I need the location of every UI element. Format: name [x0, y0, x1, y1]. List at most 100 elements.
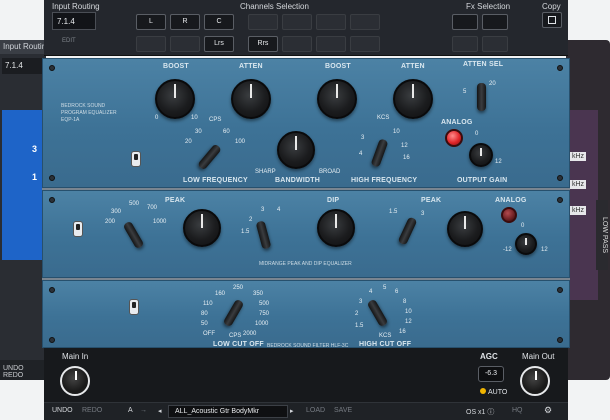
previous-preset-icon[interactable]: ◂ [158, 407, 162, 415]
channel-button-rrs[interactable]: Rrs [248, 36, 278, 52]
mid-analog-lamp[interactable] [501, 207, 517, 223]
screw-icon [557, 287, 563, 293]
undo-button[interactable]: UNDO [52, 407, 73, 414]
scale-tick: 50 [201, 321, 208, 327]
peak-right-frequency-lever[interactable] [397, 216, 418, 246]
low-atten-knob[interactable] [231, 79, 271, 119]
auto-toggle[interactable]: AUTO [480, 388, 507, 396]
low-frequency-lever[interactable] [197, 143, 222, 171]
low-pass-label: LOW PASS [596, 200, 608, 270]
high-frequency-lever[interactable] [370, 138, 389, 168]
scale-tick: 500 [129, 201, 140, 207]
scale-tick: 350 [253, 291, 264, 297]
brand-text: BEDROCK SOUND PROGRAM EQUALIZER EQP-1A [61, 103, 117, 124]
ab-button[interactable]: A [128, 407, 133, 414]
channel-button-lrs[interactable]: Lrs [204, 36, 234, 52]
bandwidth-knob[interactable] [277, 131, 315, 169]
scale-tick: OFF [203, 331, 215, 337]
atten-low-label: ATTEN [239, 63, 263, 70]
low-cut-off-lever[interactable] [222, 298, 245, 328]
channel-button[interactable] [170, 36, 200, 52]
mid-output-gain-knob[interactable] [515, 233, 537, 255]
arrow-right-icon[interactable]: → [140, 407, 147, 414]
settings-gear-icon[interactable]: ⚙ [544, 405, 552, 416]
channel-button-r[interactable]: R [170, 14, 200, 30]
fx-button[interactable] [452, 14, 478, 30]
scale-tick: 3 [261, 207, 265, 213]
next-preset-icon[interactable]: ▸ [290, 407, 294, 415]
high-atten-knob[interactable] [393, 79, 433, 119]
copy-button[interactable] [542, 12, 562, 28]
atten-sel-lever[interactable] [477, 83, 486, 111]
scale-tick: 10 [405, 309, 412, 315]
channel-button[interactable] [282, 14, 312, 30]
scale-tick: 16 [399, 329, 406, 335]
channel-button[interactable] [248, 14, 278, 30]
power-switch[interactable] [131, 151, 141, 167]
mid-analog-label: ANALOG [495, 197, 527, 204]
oversampling-select[interactable]: OS x1 ⓘ [466, 407, 494, 417]
output-gain-label: OUTPUT GAIN [457, 177, 508, 184]
fx-button[interactable] [452, 36, 478, 52]
scale-tick: 4 [369, 289, 373, 295]
channel-button[interactable] [316, 14, 346, 30]
channel-button[interactable] [350, 36, 380, 52]
main-in-knob[interactable] [60, 366, 90, 396]
kcs-label: KCS [379, 333, 392, 339]
os-label: OS x1 [466, 409, 486, 416]
low-boost-knob[interactable] [155, 79, 195, 119]
bg-left-number: 1 [32, 172, 38, 182]
scale-tick: 750 [259, 311, 270, 317]
auto-radio-icon [480, 388, 486, 394]
peak-left-label: PEAK [165, 197, 186, 204]
cps-label: CPS [229, 333, 242, 339]
scale-tick: 6 [395, 289, 399, 295]
high-cut-off-label: HIGH CUT OFF [359, 341, 412, 348]
screw-icon [49, 287, 55, 293]
scale-tick: 160 [215, 291, 226, 297]
info-icon: ⓘ [487, 409, 495, 416]
bg-right-purple-panel [568, 110, 598, 300]
scale-tick: 0 [521, 223, 525, 229]
fx-button[interactable] [482, 14, 508, 30]
analog-lamp[interactable] [445, 129, 463, 147]
scale-tick: 5 [463, 89, 467, 95]
dip-frequency-lever[interactable] [255, 220, 272, 250]
high-boost-knob[interactable] [317, 79, 357, 119]
peak-left-frequency-lever[interactable] [122, 220, 145, 250]
fx-button[interactable] [482, 36, 508, 52]
peak-left-gain-knob[interactable] [183, 209, 221, 247]
save-button[interactable]: SAVE [334, 407, 352, 414]
peak-right-gain-knob[interactable] [447, 211, 483, 247]
scale-tick: -12 [503, 247, 512, 253]
channel-button[interactable] [316, 36, 346, 52]
copy-title: Copy [542, 2, 561, 11]
scale-tick: 12 [495, 159, 502, 165]
scale-tick: 200 [105, 219, 116, 225]
main-out-knob[interactable] [520, 366, 550, 396]
scale-tick: 2000 [243, 331, 257, 337]
brand-line: PROGRAM EQUALIZER [61, 110, 117, 116]
filter-power-switch[interactable] [129, 299, 139, 315]
agc-value-display[interactable]: -6.3 [478, 366, 504, 382]
scale-tick: 20 [185, 139, 192, 145]
channel-button[interactable] [282, 36, 312, 52]
preset-selector[interactable]: ALL_Acoustic Gtr BodyMkr [168, 405, 288, 418]
hq-toggle[interactable]: HQ [512, 407, 523, 414]
scale-tick: 5 [383, 285, 387, 291]
routing-edit-label[interactable]: EDIT [62, 38, 76, 44]
load-button[interactable]: LOAD [306, 407, 325, 414]
output-gain-knob[interactable] [469, 143, 493, 167]
routing-select[interactable]: 7.1.4 [52, 12, 96, 30]
midrange-power-switch[interactable] [73, 221, 83, 237]
main-in-label: Main In [62, 352, 89, 361]
dip-gain-knob[interactable] [317, 209, 355, 247]
scale-tick: 1000 [255, 321, 269, 327]
redo-button[interactable]: REDO [82, 407, 102, 414]
channel-button-l[interactable]: L [136, 14, 166, 30]
high-cut-off-lever[interactable] [366, 298, 389, 328]
cps-label: CPS [209, 117, 222, 123]
channel-button[interactable] [350, 14, 380, 30]
channel-button-c[interactable]: C [204, 14, 234, 30]
channel-button[interactable] [136, 36, 166, 52]
